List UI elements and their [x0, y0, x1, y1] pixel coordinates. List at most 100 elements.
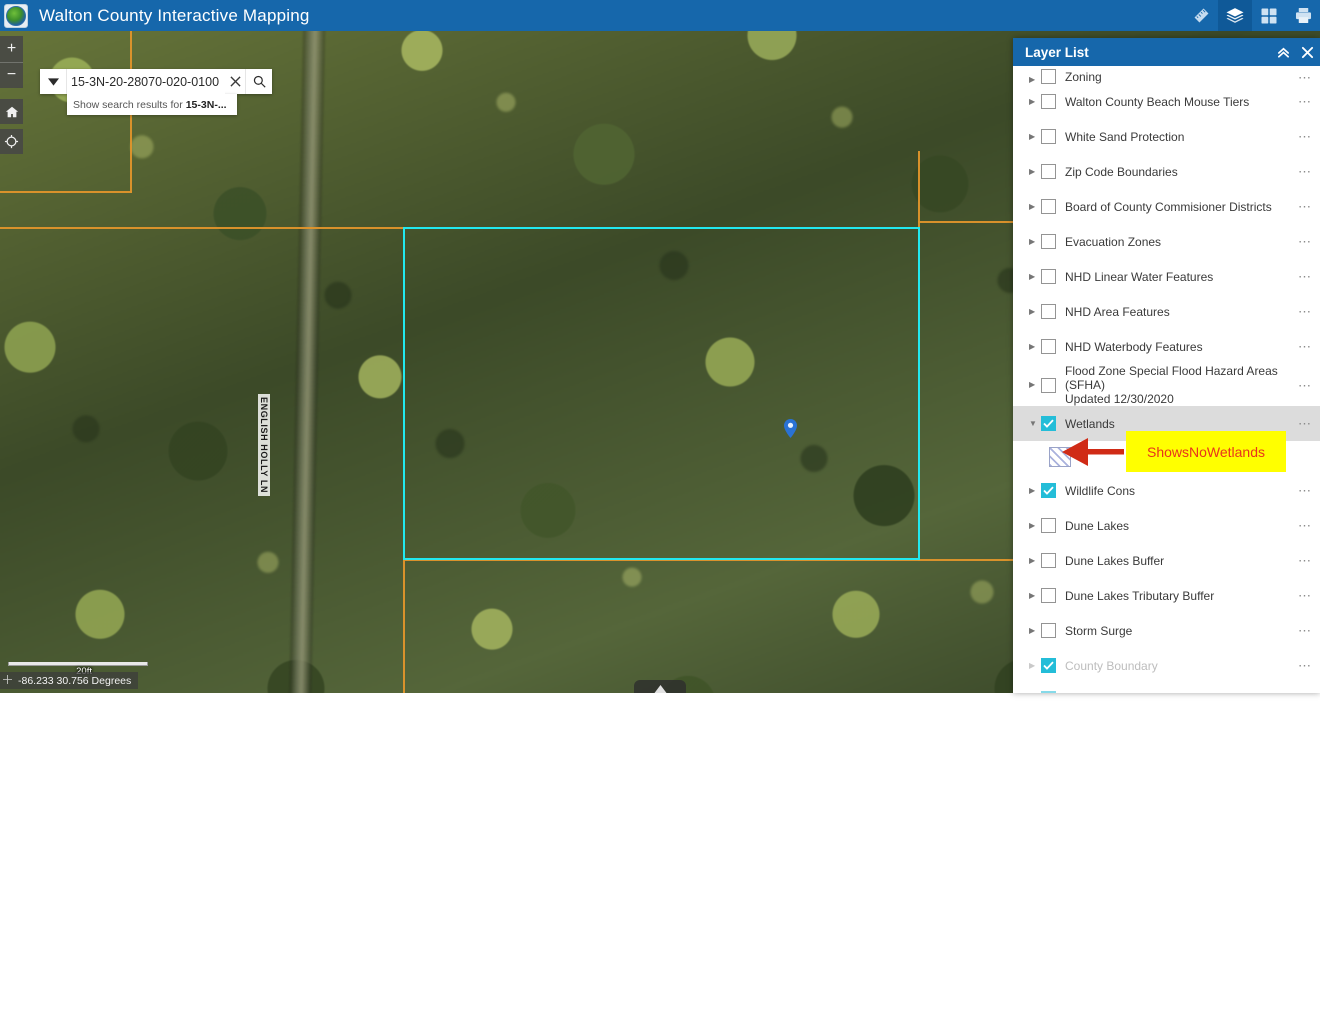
search-suggestion-prefix: Show search results for: [73, 99, 183, 111]
layer-checkbox[interactable]: [1041, 416, 1056, 431]
layer-row-datasets-mosaic[interactable]: ▶ Walton County 2021 Datasets Mosaic ⋯: [1013, 683, 1320, 693]
layer-menu-icon[interactable]: ⋯: [1290, 95, 1312, 108]
search-input[interactable]: [67, 69, 225, 94]
layer-checkbox[interactable]: [1041, 623, 1056, 638]
home-icon[interactable]: [0, 99, 23, 124]
layer-checkbox[interactable]: [1041, 304, 1056, 319]
layer-row-white-sand-protection[interactable]: ▶ White Sand Protection ⋯: [1013, 119, 1320, 154]
layer-checkbox[interactable]: [1041, 94, 1056, 109]
layer-label: NHD Area Features: [1065, 305, 1290, 319]
layer-row-flood-zone-sfha[interactable]: ▶ Flood Zone Special Flood Hazard Areas …: [1013, 364, 1320, 406]
layer-checkbox[interactable]: [1041, 69, 1056, 84]
locate-crosshair-icon[interactable]: [0, 129, 23, 154]
layer-row-nhd-waterbody-features[interactable]: ▶ NHD Waterbody Features ⋯: [1013, 329, 1320, 364]
layer-row-dune-lakes-buffer[interactable]: ▶ Dune Lakes Buffer ⋯: [1013, 543, 1320, 578]
layer-menu-icon[interactable]: ⋯: [1290, 71, 1312, 84]
close-icon[interactable]: [1301, 46, 1314, 59]
layer-menu-icon[interactable]: ⋯: [1290, 200, 1312, 213]
attribute-table-handle[interactable]: [634, 680, 686, 693]
layer-menu-icon[interactable]: ⋯: [1290, 165, 1312, 178]
double-chevron-up-icon[interactable]: [1276, 45, 1291, 60]
search-bar: [40, 69, 272, 94]
expand-arrow-icon[interactable]: ▶: [1029, 203, 1038, 211]
layer-row-commisioner-districts[interactable]: ▶ Board of County Commisioner Districts …: [1013, 189, 1320, 224]
layer-menu-icon[interactable]: ⋯: [1290, 130, 1312, 143]
layer-row-storm-surge[interactable]: ▶ Storm Surge ⋯: [1013, 613, 1320, 648]
measure-icon[interactable]: [1184, 0, 1218, 31]
layer-row-nhd-linear-water[interactable]: ▶ NHD Linear Water Features ⋯: [1013, 259, 1320, 294]
expand-arrow-icon[interactable]: ▶: [1029, 98, 1038, 106]
layer-checkbox[interactable]: [1041, 553, 1056, 568]
expand-arrow-icon[interactable]: ▶: [1029, 557, 1038, 565]
header-toolbar: [1184, 0, 1320, 31]
layer-checkbox[interactable]: [1041, 269, 1056, 284]
collapse-arrow-icon[interactable]: ▼: [1029, 420, 1038, 428]
chevron-down-icon[interactable]: [40, 69, 67, 94]
expand-arrow-icon[interactable]: ▶: [1029, 627, 1038, 635]
expand-arrow-icon[interactable]: ▶: [1029, 343, 1038, 351]
expand-arrow-icon[interactable]: ▶: [1029, 133, 1038, 141]
layer-row-zip-code-boundaries[interactable]: ▶ Zip Code Boundaries ⋯: [1013, 154, 1320, 189]
layer-row-nhd-area-features[interactable]: ▶ NHD Area Features ⋯: [1013, 294, 1320, 329]
layer-row-zoning[interactable]: ▶ Zoning ⋯: [1013, 66, 1320, 84]
layer-menu-icon[interactable]: ⋯: [1290, 519, 1312, 532]
expand-arrow-icon[interactable]: ▶: [1029, 273, 1038, 281]
layer-menu-icon[interactable]: ⋯: [1290, 417, 1312, 430]
layer-list-body[interactable]: ▶ Zoning ⋯ ▶ Walton County Beach Mouse T…: [1013, 66, 1320, 693]
layer-row-county-boundary[interactable]: ▶ County Boundary ⋯: [1013, 648, 1320, 683]
widgets-grid-icon[interactable]: [1252, 0, 1286, 31]
layer-checkbox[interactable]: [1041, 483, 1056, 498]
layer-menu-icon[interactable]: ⋯: [1290, 270, 1312, 283]
print-icon[interactable]: [1286, 0, 1320, 31]
layer-checkbox[interactable]: [1041, 658, 1056, 673]
layer-menu-icon[interactable]: ⋯: [1290, 379, 1312, 392]
layer-menu-icon[interactable]: ⋯: [1290, 340, 1312, 353]
layer-row-dune-lakes-tributary-buffer[interactable]: ▶ Dune Lakes Tributary Buffer ⋯: [1013, 578, 1320, 613]
layer-checkbox[interactable]: [1041, 518, 1056, 533]
layer-checkbox[interactable]: [1041, 164, 1056, 179]
layer-menu-icon[interactable]: ⋯: [1290, 554, 1312, 567]
layer-label: Storm Surge: [1065, 624, 1290, 638]
layer-checkbox[interactable]: [1041, 691, 1056, 694]
layer-checkbox[interactable]: [1041, 129, 1056, 144]
coordinate-readout: -86.233 30.756 Degrees: [0, 672, 138, 689]
map-marker-pin[interactable]: [784, 419, 797, 438]
parcel-line: [918, 559, 1013, 561]
layer-row-beach-mouse-tiers[interactable]: ▶ Walton County Beach Mouse Tiers ⋯: [1013, 84, 1320, 119]
layer-menu-icon[interactable]: ⋯: [1290, 235, 1312, 248]
layer-menu-icon[interactable]: ⋯: [1290, 589, 1312, 602]
layer-checkbox[interactable]: [1041, 339, 1056, 354]
layer-checkbox[interactable]: [1041, 234, 1056, 249]
layer-row-evacuation-zones[interactable]: ▶ Evacuation Zones ⋯: [1013, 224, 1320, 259]
layers-icon[interactable]: [1218, 0, 1252, 31]
layer-checkbox[interactable]: [1041, 378, 1056, 393]
layer-menu-icon[interactable]: ⋯: [1290, 659, 1312, 672]
zoom-out-button[interactable]: −: [0, 63, 23, 89]
expand-arrow-icon[interactable]: ▶: [1029, 592, 1038, 600]
expand-arrow-icon[interactable]: ▶: [1029, 238, 1038, 246]
search-suggestion[interactable]: Show search results for 15-3N-...: [67, 94, 237, 115]
expand-arrow-icon[interactable]: ▶: [1029, 381, 1038, 389]
layer-row-wildlife-conservation[interactable]: ▶ Wildlife Cons ⋯: [1013, 473, 1320, 508]
layer-checkbox[interactable]: [1041, 588, 1056, 603]
expand-arrow-icon[interactable]: ▶: [1029, 168, 1038, 176]
layer-menu-icon[interactable]: ⋯: [1290, 692, 1312, 694]
close-icon[interactable]: [225, 69, 245, 94]
zoom-in-button[interactable]: +: [0, 36, 23, 63]
layer-checkbox[interactable]: [1041, 199, 1056, 214]
expand-arrow-icon[interactable]: ▶: [1029, 522, 1038, 530]
expand-arrow-icon[interactable]: ▶: [1029, 487, 1038, 495]
expand-arrow-icon[interactable]: ▶: [1029, 662, 1038, 670]
zoom-controls[interactable]: + −: [0, 36, 23, 88]
layer-menu-icon[interactable]: ⋯: [1290, 484, 1312, 497]
expand-arrow-icon[interactable]: ▶: [1029, 76, 1038, 84]
coordinate-value: -86.233 30.756 Degrees: [18, 675, 131, 687]
app-root: Walton County Interactive Mapping: [0, 0, 1320, 1020]
search-icon[interactable]: [245, 69, 272, 94]
expand-arrow-icon[interactable]: ▶: [1029, 308, 1038, 316]
layer-menu-icon[interactable]: ⋯: [1290, 305, 1312, 318]
layer-label: White Sand Protection: [1065, 130, 1290, 144]
layer-menu-icon[interactable]: ⋯: [1290, 624, 1312, 637]
layer-list-panel: Layer List ▶ Zoning ⋯ ▶: [1013, 38, 1320, 693]
layer-row-dune-lakes[interactable]: ▶ Dune Lakes ⋯: [1013, 508, 1320, 543]
